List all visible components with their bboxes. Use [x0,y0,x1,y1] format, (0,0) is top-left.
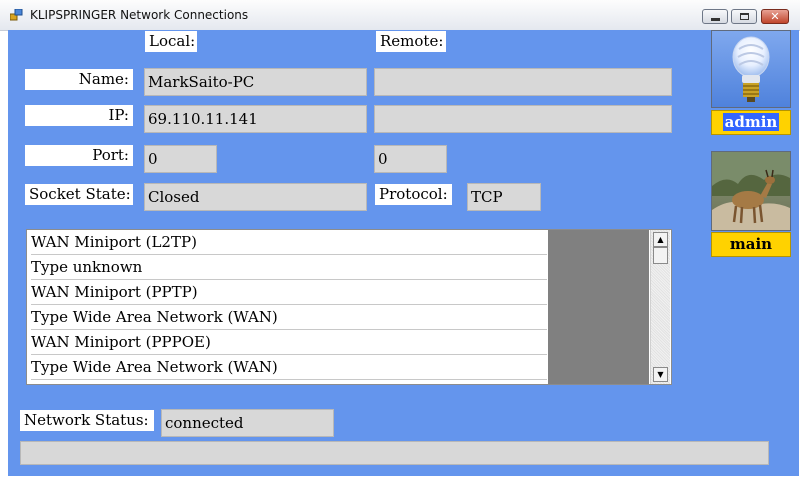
protocol-field[interactable]: TCP [467,183,541,211]
minimize-button[interactable] [702,9,728,24]
maximize-icon [739,13,749,20]
window-title: KLIPSPRINGER Network Connections [30,8,249,22]
socket-state-label: Socket State: [25,184,133,205]
main-picture[interactable] [711,151,791,231]
local-name-field[interactable]: MarkSaito-PC [144,68,367,96]
remote-header: Remote: [376,31,446,52]
list-empty-area [548,230,649,384]
network-status-label: Network Status: [20,410,154,431]
arrow-up-icon: ▲ [657,235,664,244]
name-label: Name: [25,69,133,90]
client-area: Local: Remote: Name: MarkSaito-PC IP: 69… [8,30,799,476]
light-bulb-icon [732,36,770,102]
close-button[interactable]: ✕ [761,9,789,24]
scroll-thumb[interactable] [653,247,668,264]
ip-label: IP: [25,105,133,126]
admin-picture[interactable] [711,30,791,108]
remote-ip-field[interactable] [374,105,672,133]
maximize-button[interactable] [731,9,757,24]
arrow-down-icon: ▼ [657,370,664,379]
admin-label-text: admin [722,113,780,131]
network-status-field[interactable]: connected [161,409,334,437]
minimize-icon [710,17,720,21]
main-label[interactable]: main [711,232,791,257]
scroll-up-button[interactable]: ▲ [653,232,668,247]
progress-bar [20,441,769,465]
socket-state-field[interactable]: Closed [144,183,367,211]
protocol-label: Protocol: [375,184,452,205]
remote-port-field[interactable]: 0 [374,145,447,173]
list-item[interactable]: Type Wide Area Network (WAN) [31,305,547,330]
list-item[interactable]: WAN Miniport (PPPOE) [31,330,547,355]
list-item[interactable]: Type Wide Area Network (WAN) [31,355,547,380]
scroll-down-button[interactable]: ▼ [653,367,668,382]
local-port-field[interactable]: 0 [144,145,217,173]
close-icon: ✕ [770,10,780,23]
admin-label[interactable]: admin [711,110,791,135]
antelope-photo [712,152,790,230]
list-item[interactable]: Type unknown [31,255,547,280]
local-ip-field[interactable]: 69.110.11.141 [144,105,367,133]
port-label: Port: [25,145,133,166]
local-header: Local: [145,31,197,52]
app-icon [10,9,23,21]
list-scrollbar[interactable]: ▲ ▼ [650,230,670,384]
title-bar[interactable]: KLIPSPRINGER Network Connections ✕ [0,0,800,31]
list-item[interactable]: WAN Miniport (PPTP) [31,280,547,305]
connections-listbox[interactable]: WAN Miniport (L2TP) Type unknown WAN Min… [26,229,672,385]
remote-name-field[interactable] [374,68,672,96]
list-item[interactable]: WAN Miniport (L2TP) [31,230,547,255]
